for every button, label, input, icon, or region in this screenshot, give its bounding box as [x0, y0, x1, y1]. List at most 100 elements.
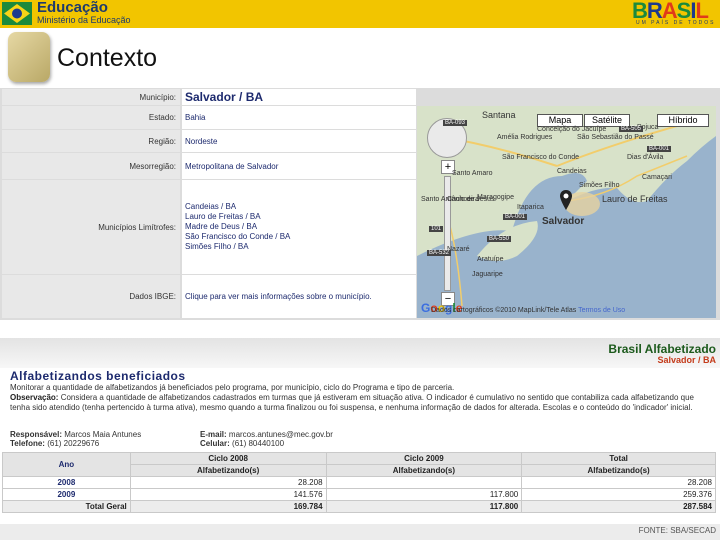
- map-label-dias: Dias d'Ávila: [627, 154, 664, 161]
- list-item: Lauro de Freitas / BA: [185, 212, 261, 221]
- contact-responsavel: Responsável: Marcos Maia Antunes Telefon…: [10, 430, 141, 448]
- map-label-santo-amaro: Santo Amaro: [452, 170, 493, 177]
- col-subheader: Alfabetizando(s): [129, 464, 327, 477]
- col-subheader: Alfabetizando(s): [521, 464, 716, 477]
- observation-text: Considera a quantidade de alfabetizandos…: [10, 393, 694, 412]
- map-road-label: BA-001: [647, 146, 672, 152]
- map-attribution: Dados cartográficos ©2010 MapLink/Tele A…: [431, 307, 625, 314]
- brasil-logo: BRASIL: [632, 0, 709, 23]
- map-label-aratuipe: Aratuípe: [477, 256, 504, 263]
- total-total: 287.584: [521, 500, 716, 513]
- section-title: Alfabetizandos beneficiados: [10, 369, 186, 383]
- ibge-link[interactable]: Clique para ver mais informações sobre o…: [182, 275, 416, 318]
- celular-label: Celular:: [200, 439, 230, 448]
- estado-value: Bahia: [182, 106, 416, 129]
- row-regiao: Região: Nordeste: [2, 130, 416, 152]
- ibge-label: Dados IBGE:: [2, 275, 180, 318]
- list-item: Simões Filho / BA: [185, 242, 249, 251]
- brazil-flag-icon: [2, 2, 32, 25]
- responsavel-value: Marcos Maia Antunes: [64, 430, 142, 439]
- municipio-value: Salvador / BA: [182, 89, 416, 105]
- map-road-label: BA-505: [619, 126, 644, 132]
- brasil-tagline: UM PAÍS DE TODOS: [636, 20, 716, 26]
- location-pin-icon[interactable]: [560, 190, 572, 210]
- map-road-label: 101: [429, 226, 444, 232]
- program-location: Salvador / BA: [657, 355, 716, 365]
- zoom-slider[interactable]: [444, 176, 451, 291]
- cell-c2009: [325, 476, 523, 489]
- row-ibge: Dados IBGE: Clique para ver mais informa…: [2, 275, 416, 318]
- map-label-santana: Santana: [482, 110, 516, 120]
- mesorregiao-value: Metropolitana de Salvador: [182, 153, 416, 179]
- program-brand: Brasil Alfabetizado: [608, 342, 716, 356]
- table-row: 2009 141.576 117.800 259.376: [2, 488, 716, 501]
- email-label: E-mail:: [200, 430, 227, 439]
- total-c2009: 117.800: [325, 500, 523, 513]
- cell-c2008: 28.208: [129, 476, 327, 489]
- municipio-label: Município:: [2, 89, 180, 105]
- cell-ano[interactable]: 2008: [2, 476, 131, 489]
- col-header-ciclo2009: Ciclo 2009: [325, 452, 523, 465]
- location-map[interactable]: + − Mapa Satélite Híbrido Santana Concei…: [417, 106, 716, 318]
- regiao-label: Região:: [2, 130, 180, 152]
- table-total-row: Total Geral 169.784 117.800 287.584: [2, 500, 716, 513]
- ministry-title: Educação: [37, 0, 108, 16]
- map-road-label: BA-093: [443, 120, 468, 126]
- estado-label: Estado:: [2, 106, 180, 129]
- observation-label: Observação:: [10, 393, 59, 402]
- government-header-bar: Educação Ministério da Educação BRASIL U…: [0, 0, 720, 28]
- map-label-amelia: Amélia Rodrigues: [497, 134, 553, 141]
- table-row: 2008 28.208 28.208: [2, 476, 716, 489]
- map-label-sao-francisco: São Francisco do Conde: [502, 154, 580, 161]
- total-label: Total Geral: [2, 500, 131, 513]
- email-value[interactable]: marcos.antunes@mec.gov.br: [229, 430, 333, 439]
- section-icon: [8, 32, 50, 82]
- map-label-itaparica: Itaparica: [517, 204, 544, 211]
- data-source: FONTE: SBA/SECAD: [638, 526, 716, 535]
- indicator-observation: Observação: Considera a quantidade de al…: [10, 393, 716, 413]
- cell-ano[interactable]: 2009: [2, 488, 131, 501]
- cell-total: 28.208: [521, 476, 716, 489]
- map-attribution-text: Dados cartográficos ©2010 MapLink/Tele A…: [431, 307, 577, 314]
- map-road-label: BA-550: [487, 236, 512, 242]
- map-road-label: BA-001: [503, 214, 528, 220]
- celular-value: (61) 80440100: [232, 439, 285, 448]
- map-label-salvador: Salvador: [542, 216, 585, 227]
- contact-email: E-mail: marcos.antunes@mec.gov.br Celula…: [200, 430, 333, 448]
- col-header-total: Total: [521, 452, 716, 465]
- cell-c2008: 141.576: [129, 488, 327, 501]
- row-limitrofes: Municípios Limítrofes: Candeias / BA Lau…: [2, 180, 416, 274]
- list-item: Madre de Deus / BA: [185, 222, 258, 231]
- col-header-ano: Ano: [2, 452, 131, 477]
- map-label-conceicao: Conceição do Jacuípe: [537, 126, 607, 133]
- indicator-description: Monitorar a quantidade de alfabetizandos…: [10, 383, 455, 392]
- col-subheader: Alfabetizando(s): [325, 464, 523, 477]
- map-label-lauro: Lauro de Freitas: [602, 194, 668, 204]
- mesorregiao-label: Mesorregião:: [2, 153, 180, 179]
- telefone-label: Telefone:: [10, 439, 45, 448]
- map-label-camacari: Camaçari: [642, 174, 672, 181]
- regiao-value: Nordeste: [182, 130, 416, 152]
- list-item: São Francisco do Conde / BA: [185, 232, 291, 241]
- map-type-hibrido-button[interactable]: Híbrido: [657, 114, 709, 127]
- beneficiaries-table: Ano Ciclo 2008 Ciclo 2009 Total Alfabeti…: [2, 452, 716, 513]
- telefone-value: (61) 20229676: [47, 439, 100, 448]
- limitrofes-label: Municípios Limítrofes:: [2, 180, 180, 274]
- row-mesorregiao: Mesorregião: Metropolitana de Salvador: [2, 153, 416, 179]
- map-label-sao-sebastiao: São Sebastião do Passé: [577, 134, 654, 141]
- limitrofes-list: Candeias / BA Lauro de Freitas / BA Madr…: [182, 180, 416, 274]
- list-item: Candeias / BA: [185, 202, 237, 211]
- map-label-jaguaripe: Jaguaripe: [472, 271, 503, 278]
- row-estado: Estado: Bahia: [2, 106, 416, 129]
- cell-total: 259.376: [521, 488, 716, 501]
- col-header-ciclo2008: Ciclo 2008: [129, 452, 327, 465]
- terms-link[interactable]: Termos de Uso: [578, 307, 625, 314]
- ministry-subtitle: Ministério da Educação: [37, 15, 131, 25]
- page-title: Contexto: [57, 44, 158, 72]
- row-municipio: Município: Salvador / BA: [2, 89, 416, 105]
- map-label-candeias: Candeias: [557, 168, 587, 175]
- map-road-label: BA-532: [427, 250, 452, 256]
- footer-band: [0, 524, 720, 540]
- cell-c2009: 117.800: [325, 488, 523, 501]
- responsavel-label: Responsável:: [10, 430, 63, 439]
